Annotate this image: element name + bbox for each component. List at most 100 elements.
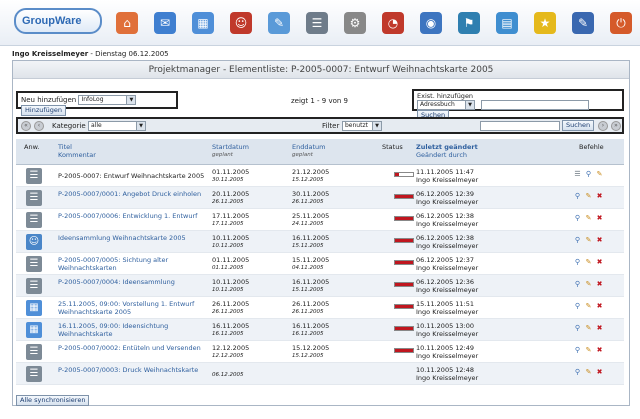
table-row[interactable]: ☰ P-2005-0007/0003: Druck Weihnachtskarte…: [16, 363, 624, 385]
row-changed-date: 06.12.2005 12:38: [416, 234, 475, 242]
edit-icon[interactable]: ✎: [595, 170, 604, 179]
infolog-icon[interactable]: ☰: [26, 190, 42, 206]
edit-icon[interactable]: ✎: [584, 324, 593, 333]
wiki-app-button[interactable]: ◉: [414, 6, 448, 40]
view-icon[interactable]: ⚲: [584, 170, 593, 179]
sync-all-button-wrap: Alle synchronisieren: [16, 395, 90, 406]
view-icon[interactable]: ⚲: [573, 346, 582, 355]
projectmanager-app-button[interactable]: ⚙: [338, 6, 372, 40]
table-row[interactable]: ☰ P-2005-0007: Entwurf Weihnachtskarte 20…: [16, 165, 624, 187]
add-new-select[interactable]: InfoLog ▼: [78, 95, 137, 105]
view-icon[interactable]: ⚲: [573, 324, 582, 333]
row-end-date-planned: 04.11.2005: [292, 265, 324, 271]
next-page-icon[interactable]: ›: [598, 121, 608, 131]
row-title-link[interactable]: 16.11.2005, 09:00: Ideensichtung Weihnac…: [58, 322, 208, 338]
infolog-icon[interactable]: ☰: [26, 168, 42, 184]
edit-icon[interactable]: ✎: [584, 346, 593, 355]
filemanager-app-button[interactable]: ▤: [490, 6, 524, 40]
filter-search-button[interactable]: Suchen: [562, 120, 595, 131]
row-title-link[interactable]: 25.11.2005, 09:00: Vorstellung 1. Entwur…: [58, 300, 208, 316]
notes-app-button[interactable]: ✎: [262, 6, 296, 40]
sync-all-button[interactable]: Alle synchronisieren: [16, 395, 90, 406]
add-button[interactable]: Hinzufügen: [21, 105, 66, 116]
first-page-icon[interactable]: «: [21, 121, 31, 131]
row-title-link[interactable]: P-2005-0007: Entwurf Weihnachtskarte 200…: [58, 172, 208, 180]
email-app-button[interactable]: ✉: [148, 6, 182, 40]
delete-icon[interactable]: ✖: [595, 192, 604, 201]
table-row[interactable]: ☰ P-2005-0007/0002: Entüteln und Versende…: [16, 341, 624, 363]
delete-icon[interactable]: ✖: [595, 368, 604, 377]
prev-page-icon[interactable]: ‹: [34, 121, 44, 131]
row-title-link[interactable]: Ideensammlung Weihnachtskarte 2005: [58, 234, 208, 242]
calendar-icon[interactable]: ▦: [26, 322, 42, 338]
add-sub-icon[interactable]: ☰: [573, 170, 582, 179]
filter-select[interactable]: benutzt ▼: [342, 121, 382, 131]
table-row[interactable]: ☺ Ideensammlung Weihnachtskarte 2005 10.11…: [16, 231, 624, 253]
delete-icon[interactable]: ✖: [595, 214, 604, 223]
col-end[interactable]: Enddatum geplant: [292, 143, 325, 159]
view-icon[interactable]: ⚲: [573, 214, 582, 223]
view-icon[interactable]: ⚲: [573, 236, 582, 245]
edit-icon[interactable]: ✎: [584, 258, 593, 267]
groupware-logo[interactable]: GroupWare: [14, 8, 102, 34]
row-title-link[interactable]: P-2005-0007/0001: Angebot Druck einholen: [58, 190, 208, 198]
col-status[interactable]: Status: [382, 143, 403, 151]
infolog-icon[interactable]: ☰: [26, 344, 42, 360]
infolog-icon[interactable]: ☰: [26, 212, 42, 228]
col-start[interactable]: Startdatum geplant: [212, 143, 249, 159]
addressbook-icon[interactable]: ☺: [26, 234, 42, 250]
delete-icon[interactable]: ✖: [595, 302, 604, 311]
delete-icon[interactable]: ✖: [595, 280, 604, 289]
timesheet-app-button[interactable]: ◔: [376, 6, 410, 40]
edit-icon[interactable]: ✎: [584, 280, 593, 289]
table-row[interactable]: ☰ P-2005-0007/0004: Ideensammlung 10.11.20…: [16, 275, 624, 297]
row-title-link[interactable]: P-2005-0007/0006: Entwicklung 1. Entwurf: [58, 212, 208, 220]
row-title-link[interactable]: P-2005-0007/0004: Ideensammlung: [58, 278, 208, 286]
category-select[interactable]: alle ▼: [88, 121, 146, 131]
view-icon[interactable]: ⚲: [573, 258, 582, 267]
view-icon[interactable]: ⚲: [573, 302, 582, 311]
table-row[interactable]: ☰ P-2005-0007/0005: Sichtung alter Weihna…: [16, 253, 624, 275]
row-title-link[interactable]: P-2005-0007/0003: Druck Weihnachtskarte: [58, 366, 208, 374]
delete-icon[interactable]: ✖: [595, 346, 604, 355]
addressbook-app-button[interactable]: ☺: [224, 6, 258, 40]
col-type[interactable]: Anw.: [24, 143, 39, 151]
infolog-icon[interactable]: ☰: [26, 278, 42, 294]
delete-icon[interactable]: ✖: [595, 324, 604, 333]
add-existing-search-input[interactable]: [481, 100, 590, 110]
calendar-app-button[interactable]: ▦: [186, 6, 220, 40]
filter-search-input[interactable]: [480, 121, 560, 131]
view-icon[interactable]: ⚲: [573, 368, 582, 377]
view-icon[interactable]: ⚲: [573, 192, 582, 201]
table-row[interactable]: ▦ 16.11.2005, 09:00: Ideensichtung Weihna…: [16, 319, 624, 341]
preferences-app-button[interactable]: ✎: [566, 6, 600, 40]
calendar-icon[interactable]: ▦: [26, 300, 42, 316]
infolog-app-button[interactable]: ☰: [300, 6, 334, 40]
edit-icon[interactable]: ✎: [584, 236, 593, 245]
bookmarks-app-button[interactable]: ★: [528, 6, 562, 40]
delete-icon[interactable]: ✖: [595, 258, 604, 267]
edit-icon[interactable]: ✎: [584, 214, 593, 223]
edit-icon[interactable]: ✎: [584, 302, 593, 311]
table-row[interactable]: ☰ P-2005-0007/0001: Angebot Druck einhole…: [16, 187, 624, 209]
sitemgr-app-button[interactable]: ⚑: [452, 6, 486, 40]
row-start-date-planned: 10.11.2005: [212, 287, 244, 293]
row-title-link[interactable]: P-2005-0007/0002: Entüteln und Versenden: [58, 344, 208, 352]
logout-app-button[interactable]: ⏻: [604, 6, 638, 40]
table-row[interactable]: ▦ 25.11.2005, 09:00: Vorstellung 1. Entwu…: [16, 297, 624, 319]
edit-icon[interactable]: ✎: [584, 368, 593, 377]
col-changed[interactable]: Zuletzt geändert Geändert durch: [416, 143, 478, 159]
delete-icon[interactable]: ✖: [595, 236, 604, 245]
infolog-icon[interactable]: ☰: [26, 366, 42, 382]
row-title-link[interactable]: P-2005-0007/0005: Sichtung alter Weihnac…: [58, 256, 208, 272]
element-table: Anw. Titel Kommentar Startdatum geplant En…: [16, 139, 624, 385]
edit-icon[interactable]: ✎: [584, 192, 593, 201]
home-app-button[interactable]: ⌂: [110, 6, 144, 40]
col-title[interactable]: Titel Kommentar: [58, 143, 96, 159]
view-icon[interactable]: ⚲: [573, 280, 582, 289]
row-end-date: 30.11.2005 26.11.2005: [292, 190, 329, 206]
table-row[interactable]: ☰ P-2005-0007/0006: Entwicklung 1. Entwur…: [16, 209, 624, 231]
last-page-icon[interactable]: »: [611, 121, 621, 131]
infolog-icon[interactable]: ☰: [26, 256, 42, 272]
add-existing-select[interactable]: Adressbuch ▼: [417, 100, 475, 110]
